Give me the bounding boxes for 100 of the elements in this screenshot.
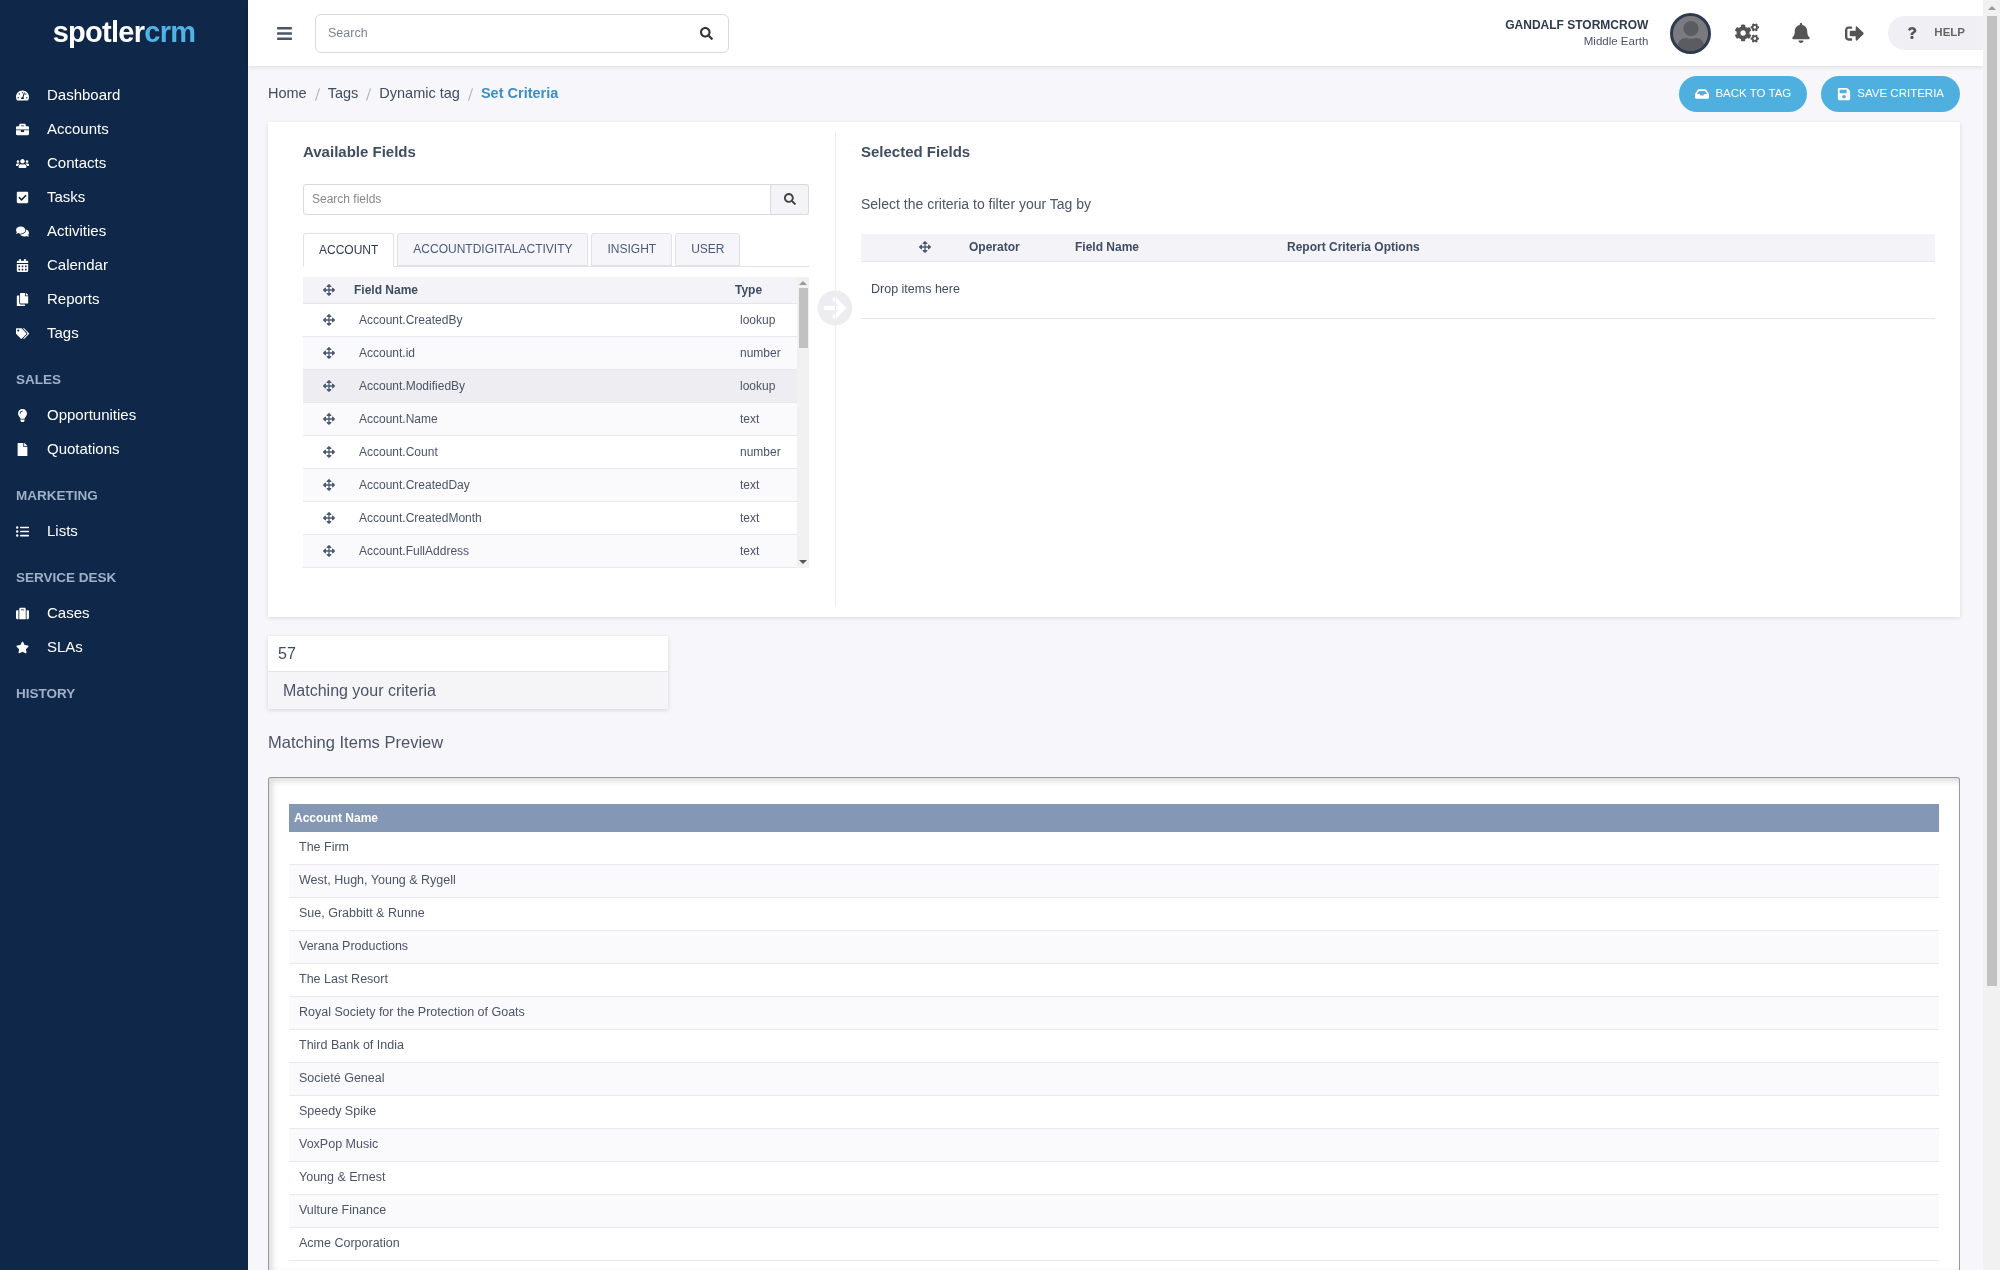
field-type: number [739,344,782,362]
table-cell-text: Young & Ernest [299,1169,386,1187]
column-header: Report Criteria Options [1287,239,1420,256]
match-count: 57 [278,643,296,664]
table-cell-text: Royal Society for the Protection of Goats [299,1004,525,1022]
table-cell-text: The Last Resort [299,971,388,989]
star-icon [16,640,29,654]
search-field[interactable]: Search [315,13,729,53]
field-type: text [739,542,761,560]
tab[interactable]: ACCOUNT [303,232,395,267]
field-row[interactable]: Account.Name text [303,402,797,436]
move-icon [322,544,335,557]
calendar-icon [16,258,29,272]
sidebar-item[interactable]: Cases [0,596,248,630]
inbox-icon [1695,87,1710,101]
notification-icon[interactable] [1791,23,1812,43]
search-icon[interactable] [700,26,713,40]
table-cell-text: Societé Geneal [299,1070,385,1088]
field-row[interactable]: Account.CreatedDay text [303,468,797,502]
scrollbar[interactable] [797,276,809,568]
field-name: Account.CreatedMonth [358,509,483,527]
move-icon [322,445,335,458]
sidebar-item[interactable]: Reports [0,282,248,316]
chat-bubbles-icon [16,224,29,238]
sidebar-item[interactable]: Quotations [0,432,248,466]
drop-zone-text: Drop items here [871,281,960,299]
field-name: Account.id [358,344,417,362]
briefcase-icon [16,122,29,136]
column-header: Field Name [354,281,420,299]
dashboard-icon [16,88,29,102]
breadcrumb-link[interactable]: Tags [327,83,359,105]
sidebar-item[interactable]: Contacts [0,146,248,180]
menu-icon[interactable] [276,24,293,42]
field-row[interactable]: Account.ModifiedBy lookup [303,369,797,403]
lightbulb-icon [16,408,29,422]
file-icon [16,442,29,456]
suitcase-icon [16,606,29,620]
search-icon [783,193,796,205]
field-row[interactable]: Account.id number [303,336,797,370]
search-button[interactable] [771,183,809,215]
breadcrumb-link[interactable]: Home [268,83,307,105]
logout-icon[interactable] [1845,23,1865,43]
page-scrollbar[interactable] [1983,0,2000,1270]
field-search[interactable]: Search fields [303,183,771,215]
move-icon [322,283,335,296]
user-location: Middle Earth [1583,34,1649,49]
checkbox-icon [16,190,29,204]
table-cell-text: Sue, Grabbitt & Runne [299,905,425,923]
column-header: Operator [969,239,1021,256]
field-name: Account.CreatedDay [358,476,471,494]
column-header: Field Name [1075,239,1141,256]
table-cell-text: The Firm [299,839,349,857]
table-cell-text: Third Bank of India [299,1037,404,1055]
people-icon [16,156,29,170]
sidebar-item[interactable]: Tasks [0,180,248,214]
tab[interactable]: INSIGHT [591,232,673,266]
sidebar-item[interactable]: Opportunities [0,398,248,432]
field-type: number [739,443,782,461]
table-cell-text: Speedy Spike [299,1103,377,1121]
sidebar-section-heading: MARKETING [16,488,98,503]
field-type: lookup [739,311,777,329]
field-type: lookup [739,377,777,395]
move-icon [919,241,931,253]
tab[interactable]: USER [675,232,741,266]
table-cell-text: Verana Productions [299,938,409,956]
move-icon [322,478,335,491]
list-icon [16,524,29,538]
settings-icon[interactable] [1735,21,1760,45]
criteria-hint: Select the criteria to filter your Tag by [861,194,1093,214]
table-cell-text: West, Hugh, Young & Rygell [299,872,456,890]
sidebar-item[interactable]: Lists [0,514,248,548]
documents-icon [16,292,29,306]
breadcrumb-link[interactable]: Dynamic tag [379,83,460,105]
sidebar-item[interactable]: Tags [0,316,248,350]
panel-title: Selected Fields [861,142,972,162]
field-name: Account.Count [358,443,439,461]
field-type: text [739,410,761,428]
table-cell-text: VoxPop Music [299,1136,379,1154]
table-cell-text: Vulture Finance [299,1202,387,1220]
sidebar-item[interactable]: Activities [0,214,248,248]
tab[interactable]: ACCOUNTDIGITALACTIVITY [397,232,589,266]
help-icon [1906,27,1919,39]
user-name: GANDALF STORMCROW [1505,17,1649,33]
panel-title: Available Fields [303,142,417,162]
sidebar-section-heading: SALES [16,372,61,387]
field-row[interactable]: Account.FullAddress text [303,534,797,568]
tags-icon [16,326,29,340]
section-title: Matching Items Preview [268,732,445,753]
move-icon [322,379,335,392]
column-header: Account Name [294,809,379,827]
sidebar-item[interactable]: Calendar [0,248,248,282]
sidebar-item[interactable]: SLAs [0,630,248,664]
field-name: Account.ModifiedBy [358,377,467,395]
avatar[interactable] [1670,12,1712,54]
logo: spotlercrm [52,15,196,51]
sidebar-item[interactable]: Dashboard [0,78,248,112]
sidebar-section-heading: HISTORY [16,686,76,701]
help-button[interactable]: HELP [1888,16,1983,50]
sidebar-item[interactable]: Accounts [0,112,248,146]
table-cell-text: Acme Corporation [299,1235,400,1253]
